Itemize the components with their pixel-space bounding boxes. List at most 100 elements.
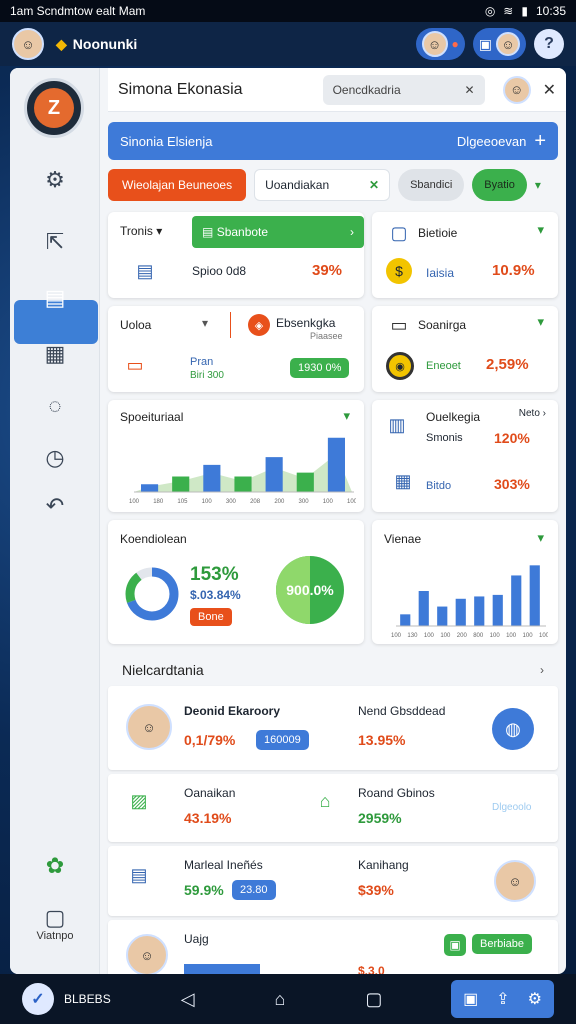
list-item[interactable]: ☺ Deonid Ekaroory 0,1/79% 160009 Nend Gb… bbox=[108, 686, 558, 770]
document-icon[interactable]: ▤ bbox=[32, 280, 78, 316]
card-summary-6[interactable]: ▥ Ouelkegia Neto › Smonis 120% ▦ Bitdo 3… bbox=[372, 400, 558, 512]
close-icon[interactable]: ✕ bbox=[543, 80, 556, 100]
help-button[interactable]: ? bbox=[534, 29, 564, 59]
chevron-down-icon[interactable]: ▾ bbox=[202, 316, 208, 330]
chart-bar bbox=[455, 598, 466, 626]
card-summary-3[interactable]: Uoloa ▾ ◈ Ebsenkgka Piaasee ▭ Pran Biri … bbox=[108, 306, 364, 392]
status-bar: 1am Scndmtow ealt Mam ◎ ≋ ▮ 10:35 bbox=[0, 0, 576, 22]
card-percent: 2,59% bbox=[486, 356, 529, 373]
topbar-avatar[interactable]: ☺ bbox=[502, 75, 531, 104]
brand-name: Noonunki bbox=[72, 36, 138, 52]
settings-icon[interactable]: ⚙ bbox=[32, 162, 78, 198]
chevron-down-icon[interactable]: ▾ bbox=[537, 222, 544, 238]
globe-icon[interactable]: ◍ bbox=[492, 708, 534, 750]
card-summary-2[interactable]: ▢ Bietioie ▾ $ Iaisia 10.9% bbox=[372, 212, 558, 298]
row-badge: 160009 bbox=[256, 730, 309, 750]
tab-icon: ▤ bbox=[202, 225, 214, 239]
donut-chart-small bbox=[125, 567, 179, 621]
person-avatar: ☺ bbox=[126, 704, 172, 750]
chevron-down-icon[interactable]: ▾ bbox=[537, 314, 544, 330]
card-summary-4[interactable]: ▭ Soanirga ▾ ◉ Eneoet 2,59% bbox=[372, 306, 558, 392]
card-label: Vienae bbox=[384, 532, 422, 546]
apply-filter-button[interactable]: Byatio bbox=[472, 169, 527, 201]
notification-icon: ◎ bbox=[484, 4, 496, 18]
card-chart-2[interactable]: Vienae ▾ 100 130 100 100 200 800 100 100 100 100 bbox=[372, 520, 558, 644]
certificate-icon: ▨ bbox=[130, 790, 148, 811]
main-panel: Simona Ekonasia Oencdkadria ✕ ☺ ✕ Sinoni… bbox=[108, 68, 566, 974]
filter-input-value: Uoandiakan bbox=[265, 178, 330, 192]
monitor-icon: ▭ bbox=[390, 314, 408, 335]
chart-bar bbox=[234, 476, 252, 492]
sub-value: $.03.84% bbox=[190, 588, 241, 602]
gear-icon[interactable]: ✿ bbox=[32, 848, 78, 884]
home-icon[interactable]: ⌂ bbox=[275, 989, 286, 1010]
chevron-right-icon[interactable]: › bbox=[540, 663, 544, 677]
chart-bar bbox=[172, 476, 190, 492]
profile-button[interactable]: ☺ ● bbox=[415, 28, 465, 60]
x-tick-label: 100 bbox=[323, 499, 334, 504]
chevron-right-icon: › bbox=[350, 225, 354, 239]
coin-icon: $ bbox=[386, 258, 412, 284]
calendar-icon[interactable]: ▦ bbox=[32, 336, 78, 372]
lock-icon[interactable]: ▣ bbox=[444, 934, 466, 956]
card-item: Spioo 0d8 bbox=[192, 264, 247, 278]
list-item[interactable]: ☺ Uajg $.3.0 ▣ Berbiabe bbox=[108, 920, 558, 974]
secondary-filter-button[interactable]: Sbandici bbox=[398, 169, 465, 201]
save-icon[interactable]: ▣ bbox=[463, 989, 478, 1009]
row-badge: 23.80 bbox=[232, 880, 276, 900]
header-banner: Sinonia Elsienja Dlgeeoevan + bbox=[108, 122, 558, 160]
clear-search-icon[interactable]: ✕ bbox=[465, 83, 475, 97]
chevron-down-icon[interactable]: ▾ bbox=[535, 178, 541, 192]
back-icon[interactable]: ◁ bbox=[181, 989, 195, 1010]
app-brand: ◆ Noonunki bbox=[56, 36, 137, 53]
x-tick-label: 100 bbox=[347, 499, 356, 504]
x-tick-label: 100 bbox=[539, 633, 548, 638]
contacts-button[interactable]: ▣ ☺ bbox=[472, 28, 526, 60]
card-item-1: Smonis bbox=[426, 432, 463, 444]
chevron-down-icon[interactable]: ▾ bbox=[343, 408, 350, 424]
row-right-title: Nend Gbsddead bbox=[358, 704, 446, 718]
card-tab[interactable]: ▤ Sbanbote › bbox=[192, 216, 364, 248]
filter-input[interactable]: Uoandiakan ✕ bbox=[254, 169, 391, 201]
row-value: 0,1/79% bbox=[184, 732, 236, 748]
card-summary-1[interactable]: Tronis ▾ ▤ Sbanbote › ▤ Spioo 0d8 39% bbox=[108, 212, 364, 298]
status-badge: Bone bbox=[190, 608, 232, 626]
chart-bar bbox=[511, 575, 522, 626]
list-item[interactable]: ▤ Marleal Ineñés 59.9% 23.80 Kanihang $3… bbox=[108, 846, 558, 916]
card-label: Spoeituriaal bbox=[120, 410, 184, 424]
logo-icon: Z bbox=[34, 88, 74, 128]
card-label: Ouelkegia bbox=[426, 410, 481, 424]
export-icon[interactable]: ⇱ bbox=[32, 224, 78, 260]
banner-right-text: Dlgeeoevan bbox=[456, 133, 527, 149]
chart-bar bbox=[492, 594, 503, 626]
action-button[interactable]: Berbiabe bbox=[472, 934, 533, 954]
gear-icon[interactable]: ⚙ bbox=[528, 989, 542, 1009]
sidebar-logo[interactable]: Z bbox=[24, 78, 84, 138]
x-tick-label: 105 bbox=[177, 499, 188, 504]
top-bar: Simona Ekonasia Oencdkadria ✕ ☺ ✕ bbox=[108, 68, 566, 112]
search-value: Oencdkadria bbox=[332, 82, 401, 97]
add-icon[interactable]: + bbox=[534, 130, 546, 153]
search-input[interactable]: Oencdkadria ✕ bbox=[322, 74, 485, 105]
list-item[interactable]: ▨ Oanaikan 43.19% ⌂ Roand Gbinos 2959% D… bbox=[108, 774, 558, 842]
chevron-down-icon[interactable]: ▾ bbox=[537, 530, 544, 546]
row-value: 59.9% bbox=[184, 882, 224, 898]
x-tick-label: 100 bbox=[440, 633, 451, 638]
card-corner-link[interactable]: Neto › bbox=[519, 408, 546, 419]
card-chart-1[interactable]: Spoeituriaal ▾ 100 180 105 100 300 208 200 300 1… bbox=[108, 400, 364, 512]
app-logo-icon[interactable]: ✓ bbox=[22, 983, 54, 1015]
upload-icon[interactable]: ⇪ bbox=[496, 989, 509, 1009]
primary-filter-button[interactable]: Wieolajan Beuneoes bbox=[108, 169, 247, 201]
x-tick-label: 100 bbox=[424, 633, 435, 638]
card-donuts[interactable]: Koendiolean 153% $.03.84% Bone 900.0% bbox=[108, 520, 364, 644]
row-name: Oanaikan bbox=[184, 786, 236, 800]
divider bbox=[230, 312, 231, 338]
clear-filter-icon[interactable]: ✕ bbox=[369, 178, 379, 192]
clock-icon[interactable]: ◷ bbox=[32, 440, 78, 476]
recents-icon[interactable]: ▢ bbox=[365, 989, 382, 1010]
undo-icon[interactable]: ↶ bbox=[32, 488, 78, 524]
contact-avatar: ☺ bbox=[496, 32, 520, 56]
user-avatar[interactable]: ☺ bbox=[12, 28, 44, 60]
camera-icon: ◉ bbox=[386, 352, 414, 380]
chat-icon[interactable]: ◌ bbox=[32, 388, 78, 424]
